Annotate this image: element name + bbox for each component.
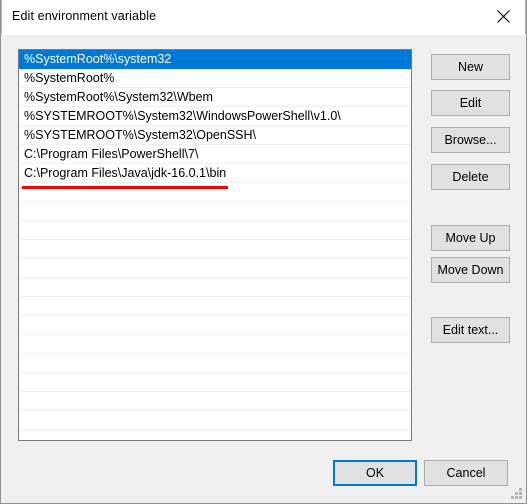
list-item-empty[interactable] (19, 354, 411, 373)
list-item[interactable]: C:\Program Files\Java\jdk-16.0.1\bin (19, 164, 411, 183)
close-icon (496, 10, 510, 23)
list-item[interactable]: %SystemRoot%\system32 (19, 50, 411, 69)
list-item-empty[interactable] (19, 278, 411, 297)
list-item-empty[interactable] (19, 335, 411, 354)
resize-grip[interactable] (510, 487, 522, 499)
grip-dot (515, 492, 518, 495)
list-item-empty[interactable] (19, 221, 411, 240)
list-item-empty[interactable] (19, 240, 411, 259)
edit-button[interactable]: Edit (431, 90, 510, 116)
move-up-button[interactable]: Move Up (431, 225, 510, 251)
close-button[interactable] (480, 0, 526, 33)
window-edge-left (1, 0, 2, 34)
delete-button[interactable]: Delete (431, 164, 510, 190)
list-item-empty[interactable] (19, 259, 411, 278)
grip-dot (511, 496, 514, 499)
move-down-button[interactable]: Move Down (431, 257, 510, 283)
list-item-empty[interactable] (19, 297, 411, 316)
title-bar: Edit environment variable (1, 0, 526, 35)
path-entries-list[interactable]: %SystemRoot%\system32 %SystemRoot% %Syst… (18, 49, 412, 441)
list-item-empty[interactable] (19, 316, 411, 335)
window-title: Edit environment variable (12, 9, 157, 23)
list-item[interactable]: %SystemRoot% (19, 69, 411, 88)
grip-dot (519, 488, 522, 491)
list-item[interactable]: %SYSTEMROOT%\System32\OpenSSH\ (19, 126, 411, 145)
ok-button[interactable]: OK (333, 460, 417, 486)
browse-button[interactable]: Browse... (431, 127, 510, 153)
list-item[interactable]: %SystemRoot%\System32\Wbem (19, 88, 411, 107)
edit-environment-variable-dialog: Edit environment variable %SystemRoot%\s… (0, 0, 527, 504)
list-item[interactable]: C:\Program Files\PowerShell\7\ (19, 145, 411, 164)
list-item-empty[interactable] (19, 202, 411, 221)
list-item-empty[interactable] (19, 373, 411, 392)
grip-dot (519, 496, 522, 499)
list-item-empty[interactable] (19, 392, 411, 411)
edit-text-button[interactable]: Edit text... (431, 317, 510, 343)
list-item-empty[interactable] (19, 183, 411, 202)
cancel-button[interactable]: Cancel (424, 460, 508, 486)
list-item[interactable]: %SYSTEMROOT%\System32\WindowsPowerShell\… (19, 107, 411, 126)
new-button[interactable]: New (431, 54, 510, 80)
grip-dot (519, 492, 522, 495)
list-item-empty[interactable] (19, 411, 411, 430)
grip-dot (515, 496, 518, 499)
